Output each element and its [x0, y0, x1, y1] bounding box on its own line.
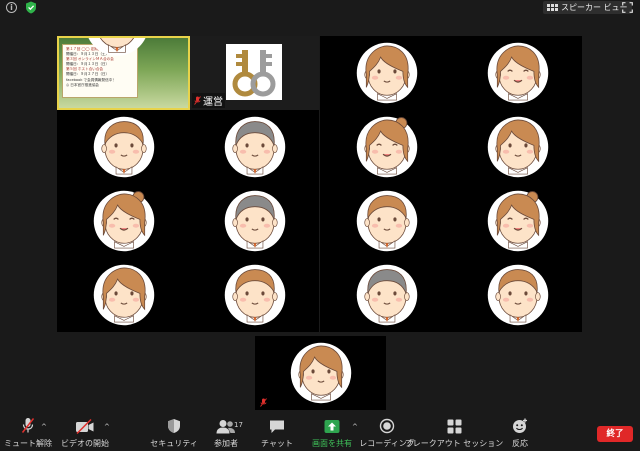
participants-count: 17: [234, 421, 243, 429]
participant-avatar-icon: [93, 264, 154, 326]
participant-video-tile[interactable]: [453, 258, 582, 332]
participant-video-tile[interactable]: [320, 36, 453, 110]
microphone-muted-icon: [260, 398, 267, 407]
participant-avatar-icon: [487, 190, 548, 252]
participant-video-tile[interactable]: [190, 258, 319, 332]
fullscreen-icon[interactable]: [622, 2, 633, 13]
participant-avatar-icon: [93, 190, 154, 252]
unmute-button[interactable]: ミュート解除: [4, 414, 52, 451]
audio-options-caret-icon[interactable]: ^: [41, 423, 47, 431]
participant-avatar-icon: [487, 116, 548, 178]
participant-video-tile[interactable]: [453, 36, 582, 110]
chat-bubble-icon: [270, 420, 284, 433]
flyer-line: ◎ 日本官庁推進協会: [66, 82, 100, 87]
participant-name: 運営: [203, 97, 223, 108]
participant-video-tile[interactable]: [320, 184, 453, 258]
start-video-button[interactable]: ビデオの開始: [60, 414, 110, 451]
share-screen-arrow-icon: [324, 420, 340, 433]
participant-avatar-icon: [356, 190, 417, 252]
reactions-button[interactable]: 反応: [504, 414, 536, 451]
chat-label: チャット: [261, 439, 293, 448]
record-icon: [379, 418, 395, 434]
participant-video-tile[interactable]: [255, 336, 386, 410]
meeting-toolbar: ミュート解除 ^ ビデオの開始 ^ セキュリティ 参加者 17 チャット 画面を…: [0, 414, 640, 451]
keys-logo-icon: [226, 44, 282, 100]
participant-video-tile[interactable]: [57, 258, 190, 332]
breakout-rooms-label: ブレークアウト セッション: [404, 439, 504, 448]
video-options-caret-icon[interactable]: ^: [104, 423, 110, 431]
participant-avatar-icon: [290, 342, 351, 404]
participants-label: 参加者: [214, 439, 238, 448]
participant-video-tile[interactable]: [453, 184, 582, 258]
participant-video-tile[interactable]: [453, 110, 582, 184]
video-camera-off-icon: [76, 419, 94, 434]
participant-avatar-icon: [487, 264, 548, 326]
participants-icon: [216, 420, 235, 434]
share-screen-button[interactable]: 画面を共有: [306, 414, 358, 451]
breakout-rooms-icon: [447, 419, 461, 434]
participant-avatar-icon: [224, 264, 285, 326]
speaker-view-button[interactable]: スピーカー ビュー: [543, 1, 632, 14]
participant-video-tile[interactable]: 運営: [190, 36, 319, 110]
breakout-rooms-button[interactable]: ブレークアウト セッション: [405, 414, 503, 451]
participant-video-tile[interactable]: [57, 184, 190, 258]
top-bar: i スピーカー ビュー: [0, 0, 640, 16]
participant-name-tag: 運営: [192, 93, 225, 108]
start-video-label: ビデオの開始: [61, 439, 109, 448]
microphone-muted-icon: [194, 96, 201, 105]
info-icon[interactable]: i: [6, 2, 17, 13]
share-options-caret-icon[interactable]: ^: [352, 423, 358, 431]
participant-avatar-icon: [356, 264, 417, 326]
chat-button[interactable]: チャット: [257, 414, 297, 451]
participant-video-tile[interactable]: [57, 110, 190, 184]
reaction-smiley-icon: [513, 418, 527, 433]
security-label: セキュリティ: [150, 439, 198, 448]
gallery-grid-icon: [547, 4, 558, 11]
security-button[interactable]: セキュリティ: [150, 414, 198, 451]
participants-button[interactable]: 参加者: [206, 414, 246, 451]
share-screen-label: 画面を共有: [312, 439, 352, 448]
reactions-label: 反応: [512, 439, 528, 448]
security-shield-icon: [168, 419, 180, 433]
participant-video-tile[interactable]: [190, 110, 319, 184]
end-meeting-button[interactable]: 終了: [597, 426, 633, 442]
participant-video-tile[interactable]: [320, 258, 453, 332]
participant-avatar-icon: [487, 42, 548, 104]
participant-avatar-icon: [224, 116, 285, 178]
participant-name-tag: [258, 398, 269, 407]
participant-video-tile[interactable]: 第１７回 ◯◯ 定期大会 開催日：９月１３日（土） 第３回 オンラインＭＡ合の会 開催…: [57, 36, 190, 110]
speaker-view-label: スピーカー ビュー: [561, 3, 628, 12]
participant-video-tile[interactable]: [320, 110, 453, 184]
microphone-muted-icon: [21, 418, 35, 433]
participant-avatar-icon: [93, 116, 154, 178]
unmute-label: ミュート解除: [4, 439, 52, 448]
encryption-shield-icon[interactable]: [25, 1, 37, 14]
record-button[interactable]: レコーディング: [359, 414, 415, 451]
participant-avatar-icon: [356, 116, 417, 178]
participant-avatar-icon: [356, 42, 417, 104]
participant-video-tile[interactable]: [190, 184, 319, 258]
participant-avatar-icon: [224, 190, 285, 252]
